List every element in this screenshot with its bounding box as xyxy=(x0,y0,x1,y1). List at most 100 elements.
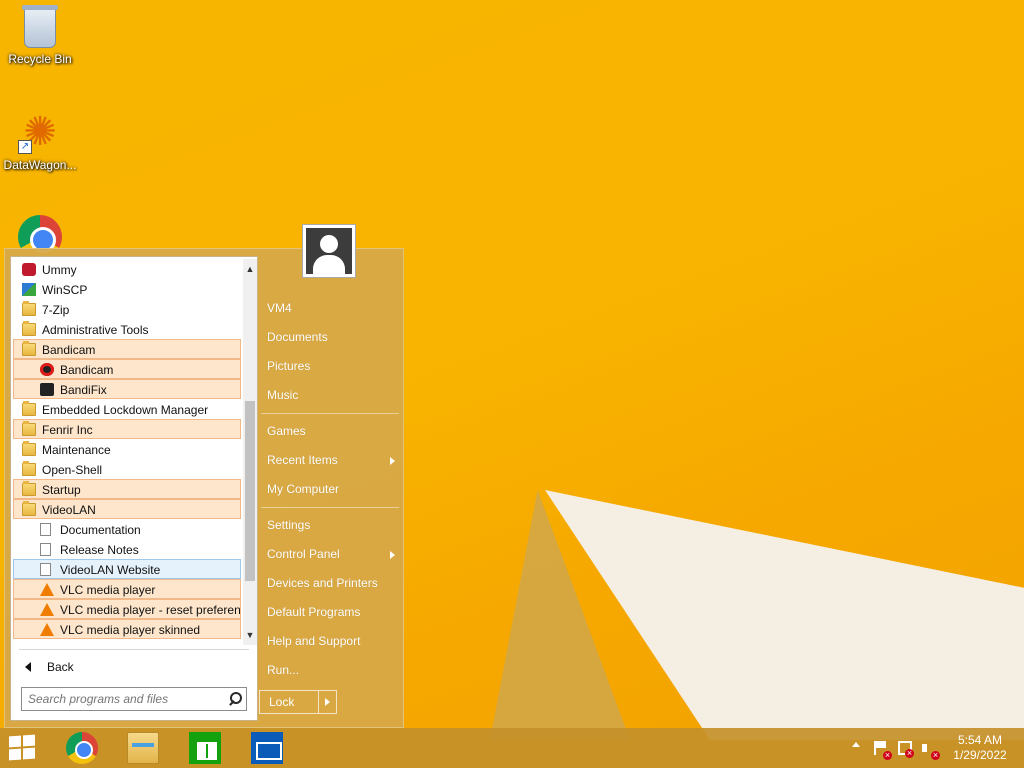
document-icon xyxy=(40,523,51,536)
start-menu-item-run[interactable]: Run... xyxy=(261,656,399,685)
start-menu-item-label: Documents xyxy=(267,330,328,344)
program-item-label: Embedded Lockdown Manager xyxy=(42,403,209,417)
action-center-flag-icon[interactable] xyxy=(874,741,892,760)
program-item-label: Startup xyxy=(42,483,81,497)
back-button[interactable]: Back xyxy=(19,657,239,677)
start-menu-item-documents[interactable]: Documents xyxy=(261,323,399,352)
taskbar-clock[interactable]: 5:54 AM 1/29/2022 xyxy=(950,733,1010,763)
desktop-icon-datawagon[interactable]: ✺ ↗ DataWagon... xyxy=(0,110,80,172)
programs-scrollbar[interactable]: ▲ ▼ xyxy=(243,259,257,645)
start-menu-item-label: Control Panel xyxy=(267,547,340,561)
program-item[interactable]: Startup xyxy=(13,479,241,499)
start-menu-item-label: Devices and Printers xyxy=(267,576,378,590)
clock-time: 5:54 AM xyxy=(957,733,1003,747)
start-menu-item-devices-and-printers[interactable]: Devices and Printers xyxy=(261,569,399,598)
start-menu: Ummy WinSCP 7-Zip Administrative Tools Bandi… xyxy=(4,224,404,728)
folder-icon xyxy=(22,321,36,336)
program-item-label: Bandicam xyxy=(60,363,114,377)
lock-button[interactable]: Lock xyxy=(260,691,318,713)
program-item-label: VLC media player - reset preferences and… xyxy=(60,603,241,617)
folder-icon xyxy=(22,481,36,496)
program-item[interactable]: Administrative Tools xyxy=(13,319,241,339)
program-item[interactable]: Ummy xyxy=(13,259,241,279)
program-item-label: BandiFix xyxy=(60,383,107,397)
desktop-icon-recycle-bin[interactable]: Recycle Bin xyxy=(0,5,80,66)
program-item-label: Release Notes xyxy=(60,543,139,557)
shortcut-arrow-icon: ↗ xyxy=(18,140,32,154)
programs-panel: Ummy WinSCP 7-Zip Administrative Tools Bandi… xyxy=(10,256,258,721)
program-item-label: 7-Zip xyxy=(42,303,70,317)
start-menu-item-vm4[interactable]: VM4 xyxy=(261,294,399,323)
program-item[interactable]: VideoLAN Website xyxy=(13,559,241,579)
program-item-label: VideoLAN xyxy=(42,503,96,517)
user-picture[interactable] xyxy=(302,224,356,278)
program-item-label: Maintenance xyxy=(42,443,111,457)
clock-date: 1/29/2022 xyxy=(953,748,1007,762)
taskbar-store-icon[interactable] xyxy=(189,732,221,764)
network-icon[interactable] xyxy=(898,741,914,758)
start-menu-item-default-programs[interactable]: Default Programs xyxy=(261,598,399,627)
desktop-icon-label: Recycle Bin xyxy=(8,52,72,66)
start-menu-item-label: VM4 xyxy=(267,301,292,315)
search-icon[interactable] xyxy=(228,692,242,706)
program-item-label: WinSCP xyxy=(42,283,88,297)
program-item[interactable]: Open-Shell xyxy=(13,459,241,479)
folder-icon xyxy=(22,341,36,356)
program-item[interactable]: Release Notes xyxy=(13,539,241,559)
program-item[interactable]: VideoLAN xyxy=(13,499,241,519)
start-menu-item-label: Recent Items xyxy=(267,453,338,467)
taskbar-file-explorer-icon[interactable] xyxy=(127,732,159,764)
wallpaper-shape xyxy=(545,490,1024,740)
user-avatar-icon xyxy=(306,228,352,274)
datawagon-icon: ✺ ↗ xyxy=(18,110,62,154)
start-menu-item-control-panel[interactable]: Control Panel xyxy=(261,540,399,569)
start-button[interactable] xyxy=(9,734,37,761)
divider xyxy=(261,507,399,508)
programs-list: Ummy WinSCP 7-Zip Administrative Tools Bandi… xyxy=(13,259,241,645)
start-menu-item-pictures[interactable]: Pictures xyxy=(261,352,399,381)
bandicam-icon xyxy=(40,363,54,376)
lock-options-arrow-icon[interactable] xyxy=(318,691,336,713)
taskbar-mail-icon[interactable] xyxy=(251,732,283,764)
start-menu-item-settings[interactable]: Settings xyxy=(261,511,399,540)
program-item[interactable]: Fenrir Inc xyxy=(13,419,241,439)
start-menu-item-games[interactable]: Games xyxy=(261,417,399,446)
document-icon xyxy=(40,543,51,556)
start-menu-item-help-and-support[interactable]: Help and Support xyxy=(261,627,399,656)
taskbar-chrome-icon[interactable] xyxy=(66,732,98,764)
start-menu-item-my-computer[interactable]: My Computer xyxy=(261,475,399,504)
bandifix-icon xyxy=(40,383,54,396)
folder-icon xyxy=(22,421,36,436)
program-item[interactable]: Bandicam xyxy=(13,339,241,359)
desktop-icon-label: DataWagon... xyxy=(3,158,77,172)
show-hidden-icons-icon[interactable] xyxy=(852,742,860,747)
start-menu-item-label: Help and Support xyxy=(267,634,361,648)
start-menu-item-label: My Computer xyxy=(267,482,340,496)
ummy-icon xyxy=(22,263,36,276)
program-item[interactable]: Documentation xyxy=(13,519,241,539)
search-box[interactable] xyxy=(21,687,247,711)
program-item[interactable]: VLC media player xyxy=(13,579,241,599)
program-item[interactable]: VLC media player skinned xyxy=(13,619,241,639)
program-item[interactable]: Bandicam xyxy=(13,359,241,379)
submenu-arrow-icon xyxy=(390,551,395,559)
scroll-thumb[interactable] xyxy=(245,401,255,581)
program-item[interactable]: BandiFix xyxy=(13,379,241,399)
start-menu-item-label: Pictures xyxy=(267,359,311,373)
program-item[interactable]: WinSCP xyxy=(13,279,241,299)
search-input[interactable] xyxy=(22,688,222,710)
vlc-icon xyxy=(40,583,54,596)
program-item[interactable]: VLC media player - reset preferences and… xyxy=(13,599,241,619)
start-menu-item-music[interactable]: Music xyxy=(261,381,399,410)
wallpaper-shadow xyxy=(490,490,630,740)
start-menu-item-label: Run... xyxy=(267,663,300,677)
program-item[interactable]: 7-Zip xyxy=(13,299,241,319)
volume-muted-icon[interactable] xyxy=(922,741,940,760)
taskbar: 5:54 AM 1/29/2022 xyxy=(0,728,1024,768)
program-item[interactable]: Maintenance xyxy=(13,439,241,459)
scroll-down-icon[interactable]: ▼ xyxy=(243,627,257,643)
scroll-up-icon[interactable]: ▲ xyxy=(243,261,257,277)
start-menu-item-recent-items[interactable]: Recent Items xyxy=(261,446,399,475)
program-item[interactable]: Embedded Lockdown Manager xyxy=(13,399,241,419)
program-item-label: Documentation xyxy=(60,523,141,537)
